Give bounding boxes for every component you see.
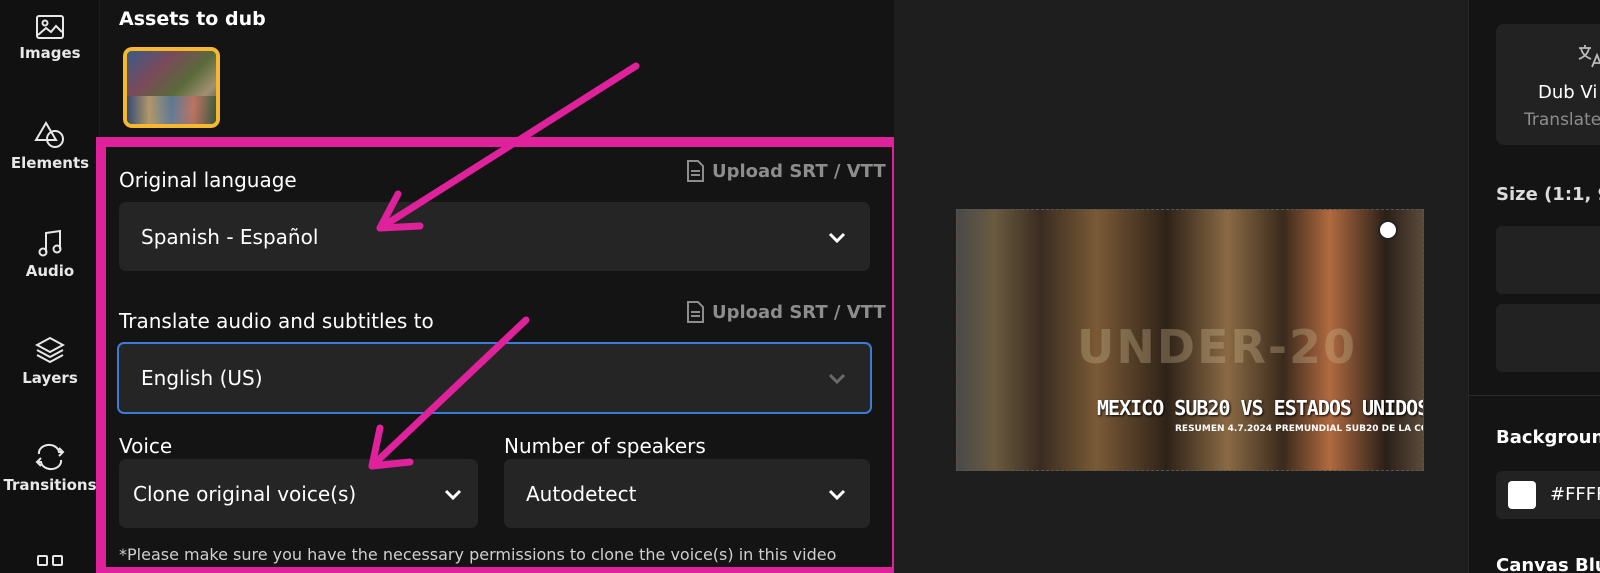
nav-item-elements[interactable]: Elements	[0, 120, 100, 172]
size-option-2[interactable]	[1496, 304, 1600, 372]
asset-thumbnail[interactable]	[123, 47, 220, 128]
nav-item-layers[interactable]: Layers	[0, 335, 100, 387]
transitions-icon	[35, 444, 65, 470]
app-root: Images Elements Audio Layers Transitions…	[0, 0, 1600, 573]
grid-icon	[37, 555, 63, 566]
music-note-icon	[38, 229, 62, 257]
nav-label-audio: Audio	[25, 262, 75, 280]
size-label: Size (1:1, 9:	[1496, 184, 1600, 205]
video-overlay-text: UNDER-20	[1077, 320, 1357, 374]
nav-item-transitions[interactable]: Transitions	[0, 442, 100, 494]
size-option-1[interactable]	[1496, 226, 1600, 294]
assets-title: Assets to dub	[119, 8, 266, 30]
nav-label-images: Images	[19, 44, 81, 62]
panel-divider	[1468, 395, 1600, 396]
background-color-swatch[interactable]	[1508, 481, 1536, 509]
image-icon	[36, 15, 64, 39]
translate-icon	[1578, 45, 1600, 68]
video-headline: MEXICO SUB20 VS ESTADOS UNIDOS SUB20 | F…	[1097, 396, 1424, 420]
layers-icon	[35, 336, 65, 364]
left-nav-rail: Images Elements Audio Layers Transitions	[0, 0, 100, 573]
dub-video-subtitle: Translate	[1524, 110, 1600, 130]
nav-label-transitions: Transitions	[3, 476, 97, 494]
background-hex-value: #FFFF	[1550, 484, 1600, 505]
nav-item-images[interactable]: Images	[0, 14, 100, 62]
shapes-icon	[34, 121, 64, 148]
background-label: Backgroun	[1496, 427, 1600, 448]
nav-label-layers: Layers	[22, 369, 78, 387]
nav-label-elements: Elements	[10, 154, 90, 172]
canvas-blur-label: Canvas Blu	[1496, 555, 1600, 573]
dub-video-title: Dub Vi	[1538, 82, 1598, 103]
nav-item-more[interactable]	[0, 550, 100, 573]
video-subline: RESUMEN 4.7.2024 PREMUNDIAL SUB20 DE LA …	[1175, 424, 1423, 434]
nav-item-audio[interactable]: Audio	[0, 228, 100, 280]
annotation-highlight-box	[96, 137, 902, 573]
video-preview[interactable]: UNDER-20 MEXICO SUB20 VS ESTADOS UNIDOS …	[956, 209, 1424, 471]
soccer-ball-icon	[1378, 220, 1398, 240]
